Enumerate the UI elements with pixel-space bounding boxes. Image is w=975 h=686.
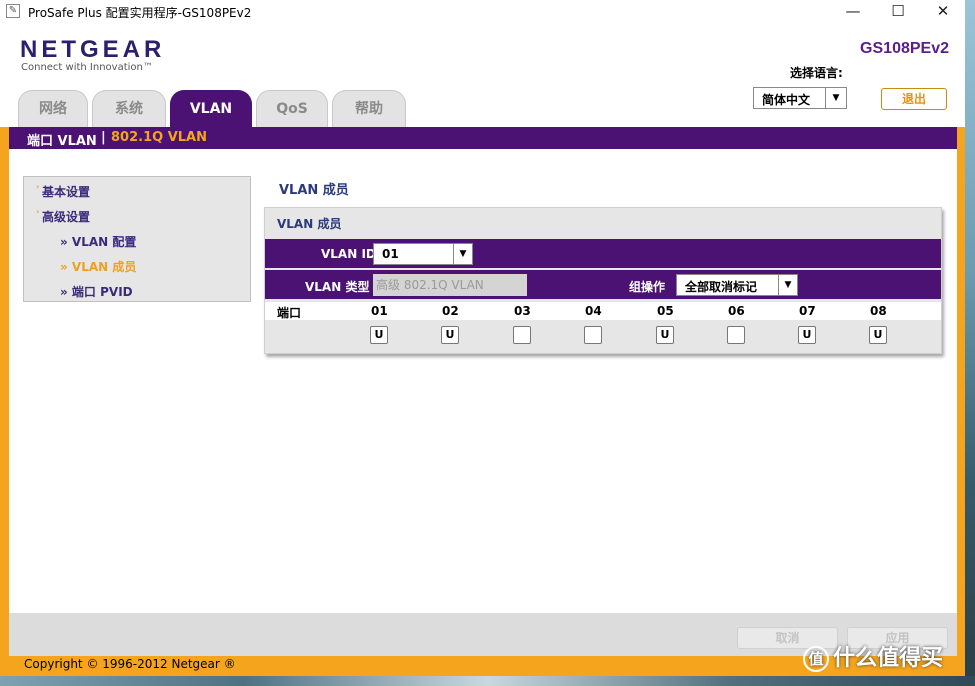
vlan-id-row: VLAN ID 01 ▼ bbox=[265, 239, 941, 268]
port-membership-02[interactable]: U bbox=[441, 326, 459, 344]
title-bar: ✎ ProSafe Plus 配置实用程序-GS108PEv2 — ☐ ✕ bbox=[0, 0, 965, 24]
sidebar-item-advanced[interactable]: 高级设置 bbox=[42, 208, 90, 225]
sidebar-menu: › 基本设置 › 高级设置 » VLAN 配置 » VLAN 成员 » 端口 P… bbox=[23, 176, 251, 302]
window-title: ProSafe Plus 配置实用程序-GS108PEv2 bbox=[28, 6, 252, 20]
tab-network[interactable]: 网络 bbox=[18, 90, 88, 127]
panel-title: VLAN 成员 bbox=[277, 217, 342, 231]
minimize-button[interactable]: — bbox=[830, 0, 876, 24]
port-membership-08[interactable]: U bbox=[869, 326, 887, 344]
netgear-logo: NETGEAR bbox=[20, 36, 166, 63]
chevron-down-icon[interactable]: ▼ bbox=[453, 244, 472, 264]
ports-label: 端口 bbox=[277, 306, 302, 320]
language-value: 简体中文 bbox=[762, 93, 811, 107]
subnav-port-vlan[interactable]: 端口 VLAN bbox=[27, 130, 97, 149]
vlan-type-label: VLAN 类型 bbox=[305, 280, 370, 294]
port-membership-06[interactable] bbox=[727, 326, 745, 344]
port-number: 08 bbox=[870, 304, 887, 318]
tab-qos[interactable]: QoS bbox=[256, 90, 328, 127]
port-membership-05[interactable]: U bbox=[656, 326, 674, 344]
app-window: ✎ ProSafe Plus 配置实用程序-GS108PEv2 — ☐ ✕ NE… bbox=[0, 0, 965, 686]
language-select[interactable]: 简体中文 ▼ bbox=[753, 87, 847, 109]
port-membership-01[interactable]: U bbox=[370, 326, 388, 344]
logout-button[interactable]: 退出 bbox=[881, 88, 947, 110]
copyright-text: Copyright © 1996-2012 Netgear ® bbox=[24, 657, 236, 671]
vlan-id-label: VLAN ID bbox=[321, 247, 376, 261]
port-number: 02 bbox=[442, 304, 459, 318]
chevron-down-icon[interactable]: ▼ bbox=[778, 275, 797, 295]
port-number: 03 bbox=[514, 304, 531, 318]
close-button[interactable]: ✕ bbox=[920, 0, 966, 24]
watermark-logo-icon: 值 bbox=[803, 646, 829, 672]
maximize-button[interactable]: ☐ bbox=[875, 0, 921, 24]
tab-vlan[interactable]: VLAN bbox=[170, 90, 252, 127]
sidebar-item-vlan-config[interactable]: » VLAN 配置 bbox=[60, 233, 136, 250]
port-number: 04 bbox=[585, 304, 602, 318]
group-op-value: 全部取消标记 bbox=[685, 280, 758, 294]
chevron-down-icon[interactable]: ▼ bbox=[825, 88, 846, 108]
group-op-select[interactable]: 全部取消标记 ▼ bbox=[676, 274, 798, 296]
app-header: NETGEAR Connect with Innovation™ GS108PE… bbox=[0, 24, 965, 127]
model-name: GS108PEv2 bbox=[860, 40, 949, 57]
watermark: 值什么值得买 bbox=[803, 640, 943, 672]
desktop-background-strip bbox=[0, 676, 975, 686]
port-number: 07 bbox=[799, 304, 816, 318]
port-membership-04[interactable] bbox=[584, 326, 602, 344]
bullet-icon: › bbox=[36, 207, 40, 216]
desktop-background bbox=[965, 0, 975, 686]
tab-system[interactable]: 系统 bbox=[92, 90, 166, 127]
sidebar-item-basic[interactable]: 基本设置 bbox=[42, 183, 90, 200]
language-label: 选择语言: bbox=[790, 66, 843, 80]
watermark-text: 什么值得买 bbox=[833, 646, 944, 671]
vlan-id-value: 01 bbox=[382, 247, 399, 261]
port-number: 01 bbox=[371, 304, 388, 318]
vlan-type-row: VLAN 类型 高级 802.1Q VLAN 组操作 全部取消标记 ▼ bbox=[265, 270, 941, 299]
port-number: 05 bbox=[657, 304, 674, 318]
port-membership-07[interactable]: U bbox=[798, 326, 816, 344]
vlan-members-panel: VLAN 成员 VLAN ID 01 ▼ VLAN 类型 高级 802.1Q V… bbox=[264, 207, 942, 354]
main-content: › 基本设置 › 高级设置 » VLAN 配置 » VLAN 成员 » 端口 P… bbox=[9, 149, 957, 613]
ports-header-row: 端口 01 02 03 04 05 06 07 08 bbox=[265, 302, 941, 320]
subnav-separator: | bbox=[101, 130, 106, 145]
page-title: VLAN 成员 bbox=[279, 183, 349, 198]
bullet-icon: › bbox=[36, 182, 40, 191]
app-icon: ✎ bbox=[6, 4, 20, 18]
sidebar-item-vlan-members[interactable]: » VLAN 成员 bbox=[60, 258, 136, 275]
logo-tagline: Connect with Innovation™ bbox=[21, 62, 153, 73]
group-op-label: 组操作 bbox=[629, 280, 666, 294]
vlan-id-select[interactable]: 01 ▼ bbox=[373, 243, 473, 265]
vlan-type-field: 高级 802.1Q VLAN bbox=[373, 274, 527, 296]
port-number: 06 bbox=[728, 304, 745, 318]
subnav-8021q-vlan[interactable]: 802.1Q VLAN bbox=[111, 130, 207, 145]
sub-navigation: 端口 VLAN | 802.1Q VLAN bbox=[9, 127, 957, 149]
tab-help[interactable]: 帮助 bbox=[332, 90, 406, 127]
port-membership-03[interactable] bbox=[513, 326, 531, 344]
sidebar-item-port-pvid[interactable]: » 端口 PVID bbox=[60, 283, 133, 300]
